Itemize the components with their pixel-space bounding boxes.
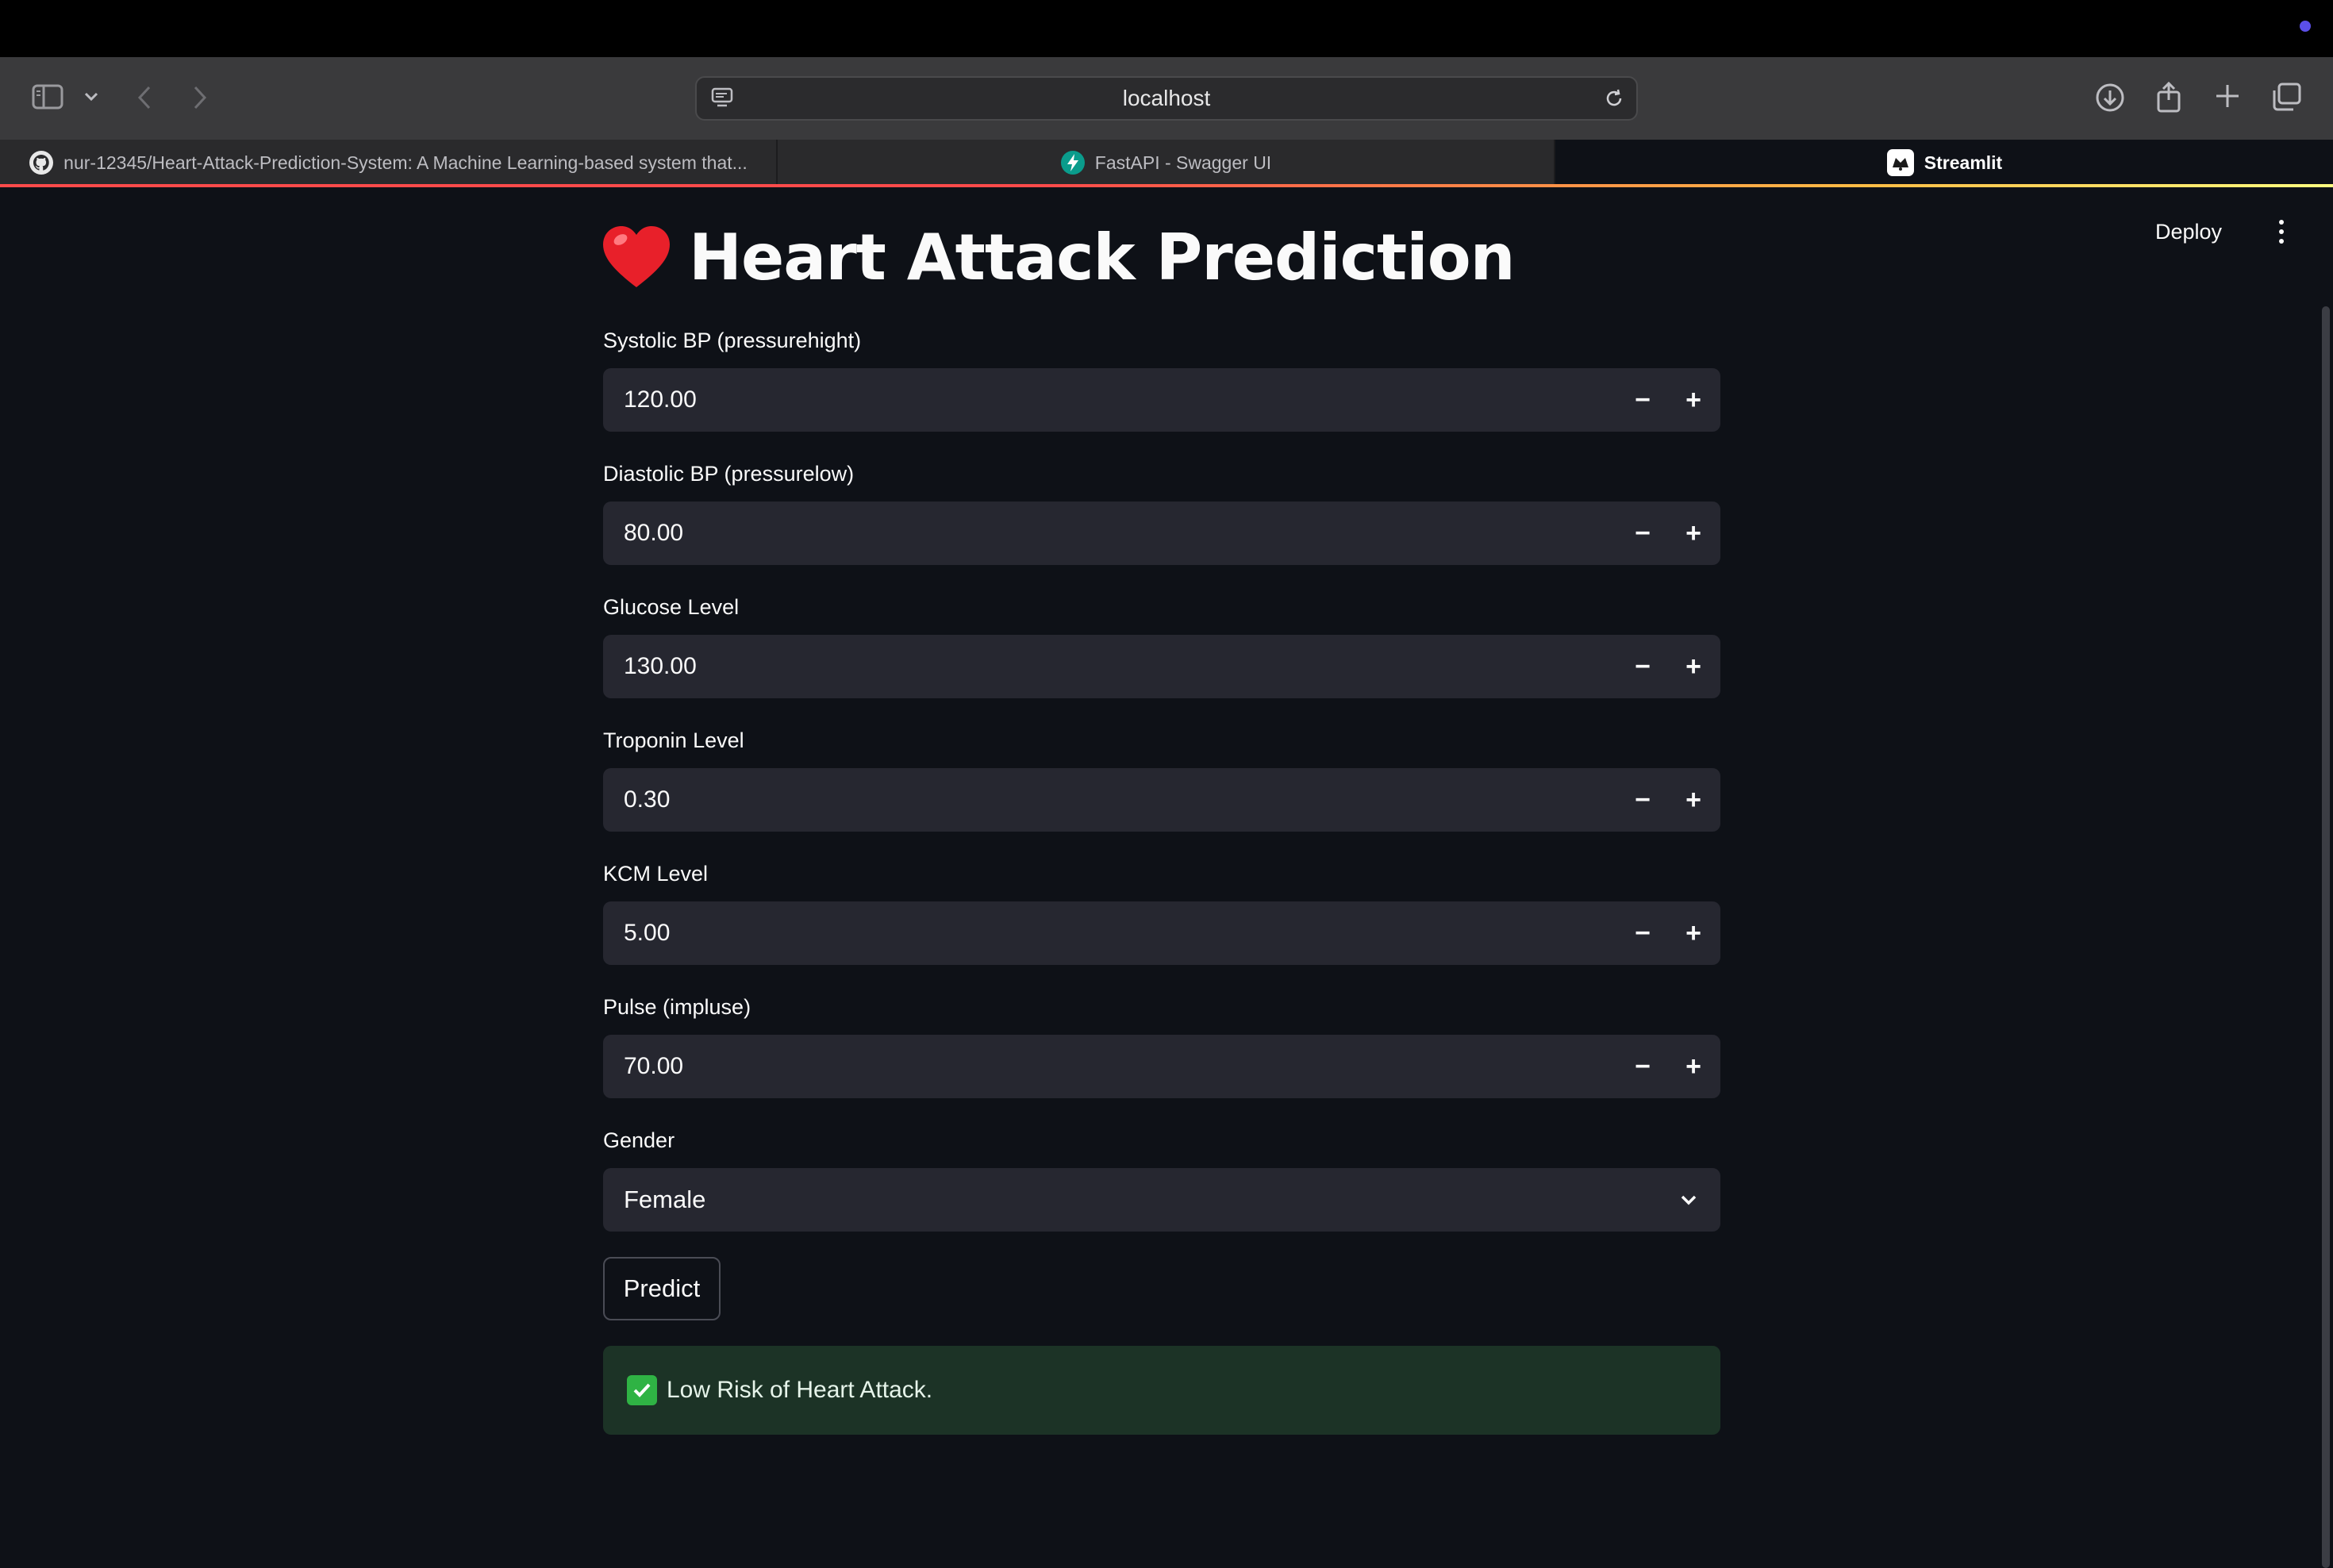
chevron-down-icon[interactable] xyxy=(83,90,100,103)
fastapi-icon xyxy=(1060,150,1086,175)
troponin-level-value[interactable]: 0.30 xyxy=(624,768,670,832)
decrement-button[interactable]: − xyxy=(1624,914,1662,952)
browser-toolbar: localhost xyxy=(0,57,2333,140)
tab-bar: nur-12345/Heart-Attack-Prediction-System… xyxy=(0,140,2333,186)
tab-fastapi[interactable]: FastAPI - Swagger UI xyxy=(778,140,1555,186)
decrement-button[interactable]: − xyxy=(1624,1047,1662,1086)
systolic-bp-input[interactable]: 120.00 − + xyxy=(603,368,1720,432)
increment-button[interactable]: + xyxy=(1674,648,1712,686)
glucose-level-input[interactable]: 130.00 − + xyxy=(603,635,1720,698)
result-success-alert: Low Risk of Heart Attack. xyxy=(603,1346,1720,1435)
troponin-level-input[interactable]: 0.30 − + xyxy=(603,768,1720,832)
page-title-text: Heart Attack Prediction xyxy=(689,220,1516,294)
kcm-level-input[interactable]: 5.00 − + xyxy=(603,901,1720,965)
url-text[interactable]: localhost xyxy=(697,78,1636,119)
glucose-level-value[interactable]: 130.00 xyxy=(624,635,697,698)
tab-overview-icon[interactable] xyxy=(2271,83,2301,111)
tab-label: FastAPI - Swagger UI xyxy=(1094,152,1272,173)
diastolic-bp-value[interactable]: 80.00 xyxy=(624,502,683,565)
check-mark-icon xyxy=(627,1375,657,1405)
main-menu-icon[interactable] xyxy=(2271,214,2292,249)
tab-label: Streamlit xyxy=(1924,152,2003,173)
pulse-label: Pulse (impluse) xyxy=(603,995,751,1019)
decrement-button[interactable]: − xyxy=(1624,781,1662,819)
pulse-value[interactable]: 70.00 xyxy=(624,1035,683,1098)
glucose-level-label: Glucose Level xyxy=(603,595,740,619)
status-dot-icon xyxy=(2300,21,2311,32)
gender-select[interactable]: Female xyxy=(603,1168,1720,1232)
sidebar-toggle-icon[interactable] xyxy=(32,84,63,110)
new-tab-plus-icon[interactable] xyxy=(2214,83,2241,110)
page-title: Heart Attack Prediction xyxy=(600,219,1516,295)
gender-selected-value[interactable]: Female xyxy=(624,1168,705,1232)
increment-button[interactable]: + xyxy=(1674,381,1712,419)
troponin-level-label: Troponin Level xyxy=(603,728,744,752)
decrement-button[interactable]: − xyxy=(1624,381,1662,419)
tab-streamlit[interactable]: Streamlit xyxy=(1555,140,2333,186)
increment-button[interactable]: + xyxy=(1674,514,1712,552)
increment-button[interactable]: + xyxy=(1674,781,1712,819)
reload-icon[interactable] xyxy=(1603,87,1625,113)
kcm-level-value[interactable]: 5.00 xyxy=(624,901,670,965)
download-icon[interactable] xyxy=(2095,83,2125,113)
systolic-bp-label: Systolic BP (pressurehight) xyxy=(603,329,862,352)
increment-button[interactable]: + xyxy=(1674,914,1712,952)
pulse-input[interactable]: 70.00 − + xyxy=(603,1035,1720,1098)
address-bar[interactable]: localhost xyxy=(695,76,1638,121)
heart-icon xyxy=(600,224,673,290)
github-icon xyxy=(29,150,54,175)
deploy-button[interactable]: Deploy xyxy=(2155,214,2222,249)
predict-button[interactable]: Predict xyxy=(603,1257,721,1320)
kcm-level-label: KCM Level xyxy=(603,862,709,886)
streamlit-icon xyxy=(1886,148,1915,177)
increment-button[interactable]: + xyxy=(1674,1047,1712,1086)
diastolic-bp-input[interactable]: 80.00 − + xyxy=(603,502,1720,565)
forward-arrow-icon[interactable] xyxy=(190,84,209,111)
app-main: Deploy Heart Attack Prediction Systolic … xyxy=(0,187,2333,1568)
decrement-button[interactable]: − xyxy=(1624,648,1662,686)
share-icon[interactable] xyxy=(2155,81,2182,113)
chevron-down-icon[interactable] xyxy=(1678,1189,1700,1215)
scrollbar[interactable] xyxy=(2322,306,2330,1568)
tab-github[interactable]: nur-12345/Heart-Attack-Prediction-System… xyxy=(0,140,778,186)
system-top-bar xyxy=(0,0,2333,57)
back-arrow-icon[interactable] xyxy=(135,84,154,111)
tab-label: nur-12345/Heart-Attack-Prediction-System… xyxy=(63,152,748,173)
diastolic-bp-label: Diastolic BP (pressurelow) xyxy=(603,462,855,486)
result-text: Low Risk of Heart Attack. xyxy=(667,1377,933,1403)
decrement-button[interactable]: − xyxy=(1624,514,1662,552)
systolic-bp-value[interactable]: 120.00 xyxy=(624,368,697,432)
gender-label: Gender xyxy=(603,1128,675,1152)
